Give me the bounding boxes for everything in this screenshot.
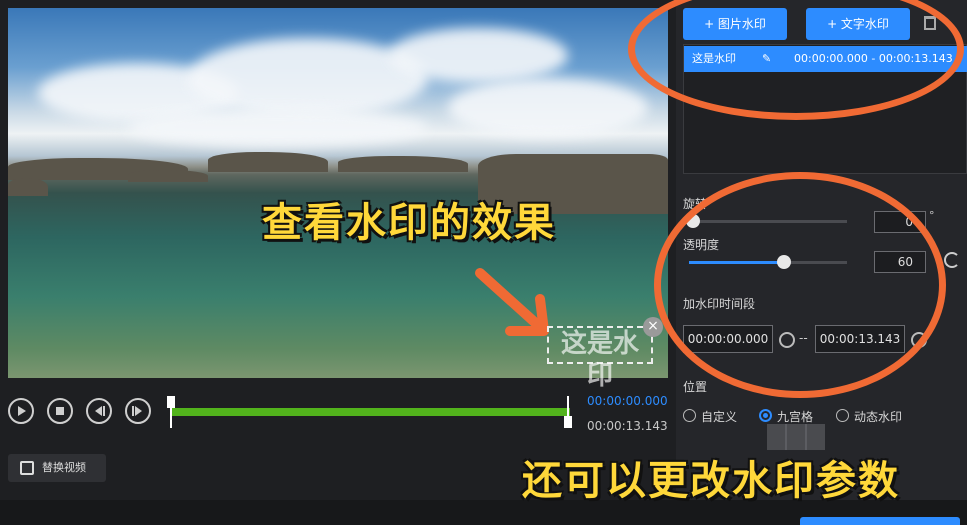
end-time: 00:00:13.143 — [587, 419, 668, 433]
radio-dynamic-label[interactable]: 动态水印 — [854, 408, 902, 425]
timeline-start-handle[interactable] — [167, 396, 175, 428]
export-button-edge[interactable] — [800, 517, 960, 525]
prev-frame-button[interactable] — [86, 398, 112, 424]
cloud — [448, 78, 648, 138]
stop-icon — [56, 407, 64, 415]
replace-video-icon — [20, 461, 34, 475]
play-icon — [18, 406, 26, 416]
stop-button[interactable] — [47, 398, 73, 424]
radio-dynamic[interactable] — [836, 409, 849, 422]
overlay-caption-top: 查看水印的效果 — [262, 200, 556, 246]
timeline-end-handle[interactable] — [564, 396, 572, 428]
radio-nine-grid-label[interactable]: 九宫格 — [777, 408, 813, 425]
rock-formation — [338, 156, 468, 172]
position-label: 位置 — [683, 380, 708, 394]
next-frame-icon — [132, 406, 142, 416]
replace-video-button[interactable]: 替换视频 — [8, 454, 106, 482]
cloud — [388, 28, 568, 83]
radio-custom[interactable] — [683, 409, 696, 422]
close-icon[interactable]: × — [643, 317, 663, 337]
current-time: 00:00:00.000 — [587, 394, 668, 408]
cloud — [128, 108, 428, 148]
replace-video-label: 替换视频 — [42, 461, 86, 474]
rock-formation — [128, 170, 208, 182]
radio-custom-label[interactable]: 自定义 — [701, 408, 737, 425]
watermark-preview-box[interactable]: 这是水印 — [547, 326, 653, 391]
next-frame-button[interactable] — [125, 398, 151, 424]
reset-icon[interactable] — [944, 252, 960, 268]
play-button[interactable] — [8, 398, 34, 424]
nine-grid-selector[interactable] — [767, 424, 825, 450]
degree-unit: ° — [929, 209, 935, 222]
rock-formation — [8, 178, 48, 196]
annotation-circle-middle — [654, 172, 946, 398]
radio-nine-grid[interactable] — [759, 409, 772, 422]
prev-frame-icon — [95, 406, 105, 416]
timeline-selection — [170, 408, 570, 416]
overlay-caption-bottom: 还可以更改水印参数 — [522, 458, 900, 504]
rock-formation — [208, 152, 328, 172]
